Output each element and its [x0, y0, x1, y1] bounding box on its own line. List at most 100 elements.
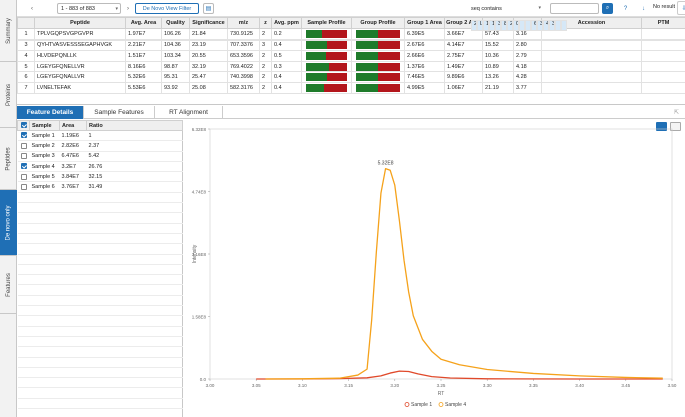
detail-tab-bar: ⇱ Feature Details Sample Features RT Align… [17, 106, 685, 119]
export-icon[interactable]: ⇩ [677, 1, 685, 15]
column-header[interactable]: PTM [641, 17, 685, 29]
splitter[interactable] [17, 104, 685, 105]
table-row[interactable]: 5 LGEYGFQNELLVR 8.16E6 98.87 32.19 769.4022 2 0… [17, 60, 685, 73]
search-mode-select[interactable]: seq contains ▾ [455, 3, 547, 14]
sample-row[interactable]: Sample 5 3.84E7 32.15 [17, 171, 183, 183]
empty-row [17, 264, 183, 276]
side-tab-peptides[interactable]: Peptides [0, 128, 17, 190]
sample-name: Sample 4 [29, 161, 60, 173]
empty-cell [86, 377, 183, 389]
table-row[interactable]: 2LLSNASMC(+57.02)DNLAPLAK1.91E7105.6234.… [455, 20, 567, 31]
sample-checkbox[interactable] [17, 161, 30, 173]
collapse-icon[interactable]: ⇱ [672, 108, 681, 117]
profile-green-segment [306, 73, 328, 82]
empty-cell [59, 408, 87, 417]
de-novo-view-filter-button[interactable]: De Novo View Filter [135, 3, 199, 14]
profile-red-segment [378, 73, 400, 82]
sample-profile-cell [301, 39, 352, 52]
legend-entry[interactable]: Sample 4 [445, 402, 466, 408]
side-tab-features[interactable]: Features [0, 256, 17, 314]
legend-entry[interactable]: Sample 1 [411, 402, 432, 408]
side-tab-summary[interactable]: Summary [0, 0, 17, 62]
table-row[interactable]: 6 LGEYGFQNALLVR 5.32E6 95.31 25.47 740.3998 2 0… [17, 71, 685, 83]
sample-row[interactable]: Sample 1 1.19E6 1 [17, 130, 183, 142]
empty-cell [17, 274, 30, 286]
sample-row[interactable]: Sample 4 3.2E7 26.76 [17, 161, 183, 173]
legend-marker[interactable] [404, 402, 410, 407]
empty-cell [29, 223, 60, 234]
empty-cell [29, 243, 60, 255]
x-tick-label: 3.50 [668, 383, 677, 388]
empty-cell [59, 254, 87, 265]
sample-checkbox[interactable] [17, 130, 30, 142]
sample-checkbox[interactable] [17, 181, 30, 193]
profile-bar [356, 41, 400, 50]
table-row[interactable]: 1 TPLVGQPSVGPGVPR 1.97E7 106.26 21.84 730.912… [17, 28, 685, 40]
value-cell: 13.26 [482, 71, 514, 83]
column-header[interactable]: z [259, 17, 272, 29]
side-tab-de-novo-only[interactable]: De novo only [0, 190, 17, 256]
table-row[interactable]: 4 HLVDEPQNLLK 1.51E7 103.34 20.55 653.3596 2 0.… [17, 50, 685, 62]
plot-frame [209, 128, 673, 380]
search-mode-text: seq contains [471, 5, 502, 12]
table-row[interactable]: 7 LVNELTEFAK 5.53E6 93.92 25.08 582.3176 2 0.4 4… [17, 81, 685, 94]
peptide-cell: LGEYGFQNALLVR [34, 71, 126, 83]
column-header[interactable]: Sample Profile [301, 17, 352, 29]
value-cell: 10.36 [482, 50, 514, 62]
page-range-text: 1 - 883 of 883 [61, 5, 95, 12]
arrow-down-icon[interactable]: ↓ [639, 4, 648, 13]
sample-checkbox[interactable] [17, 171, 30, 183]
help-icon[interactable]: ? [621, 4, 630, 13]
empty-cell [59, 202, 87, 214]
legend-marker[interactable] [438, 402, 444, 407]
column-header[interactable]: Group Profile [351, 17, 405, 29]
select-all-checkbox[interactable] [17, 120, 30, 131]
side-tab-bar: Summary Proteins Peptides De novo only Featu… [0, 0, 17, 417]
empty-row [17, 315, 183, 327]
column-header[interactable]: Peptide [34, 17, 126, 29]
column-header[interactable]: Group 1 Area [404, 17, 445, 29]
empty-row [17, 326, 183, 337]
column-header[interactable] [17, 17, 35, 29]
tab-rt-alignment[interactable]: RT Alignment [155, 106, 223, 119]
sample-checkbox[interactable] [17, 151, 30, 162]
empty-cell [86, 243, 183, 255]
intensity-chart: 0.01.58E83.16E84.74E86.32E83.00 3.05 3.10 3… [192, 127, 677, 408]
empty-cell [29, 274, 60, 286]
empty-cell [86, 336, 183, 348]
value-cell: 2 [259, 71, 272, 83]
table-settings-icon[interactable]: ▤ [203, 3, 214, 14]
prev-page-icon[interactable]: ‹ [27, 3, 37, 14]
profile-bar [356, 51, 400, 60]
table-row[interactable]: 3 QYHTVASVESSSEGAPHVGK 2.21E7 104.36 23.19 70… [17, 39, 685, 52]
value-cell: 21.84 [189, 28, 228, 40]
sample-name: Sample 3 [29, 151, 60, 162]
sample-row[interactable]: Sample 2 2.82E6 2.37 [17, 140, 183, 152]
column-header[interactable]: Quality [161, 17, 190, 29]
sample-area: 2.82E6 [59, 140, 87, 152]
value-cell: 3 [259, 39, 272, 52]
sample-row[interactable]: Sample 6 3.76E7 31.49 [17, 181, 183, 193]
sample-checkbox[interactable] [17, 140, 30, 152]
sample-area: 3.76E7 [59, 181, 87, 193]
tab-feature-details[interactable]: Feature Details [17, 106, 84, 119]
sample-row[interactable]: Sample 3 6.47E6 5.42 [17, 151, 183, 162]
page-range-select[interactable]: 1 - 883 of 883 ▾ [57, 3, 121, 14]
next-page-icon[interactable]: › [123, 3, 133, 14]
column-header[interactable]: Avg. Area [125, 17, 162, 29]
empty-row [17, 367, 183, 379]
value-cell: 98.87 [161, 60, 190, 73]
side-tab-proteins[interactable]: Proteins [0, 62, 17, 128]
empty-cell [59, 346, 87, 358]
column-header[interactable]: Avg. ppm [271, 17, 302, 29]
sample-name: Sample 1 [29, 130, 60, 142]
column-header[interactable]: m/z [227, 17, 260, 29]
empty-cell [59, 212, 87, 224]
value-cell: 4.99E5 [404, 81, 445, 94]
column-header[interactable]: Significance [189, 17, 228, 29]
search-icon[interactable]: ⌕ [602, 3, 613, 14]
empty-cell [17, 233, 30, 245]
search-result-status: No result [653, 4, 676, 10]
search-input[interactable] [550, 3, 599, 14]
tab-sample-features[interactable]: Sample Features [84, 106, 155, 119]
